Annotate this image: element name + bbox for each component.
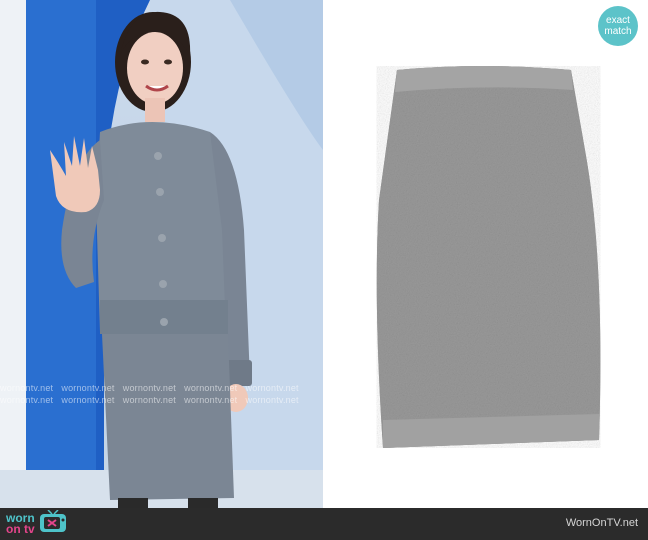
watermark-text: wornontv.net bbox=[61, 395, 115, 405]
badge-line-1: exact bbox=[606, 15, 630, 26]
watermark-text: wornontv.net bbox=[184, 395, 238, 405]
product-photo bbox=[323, 0, 648, 508]
watermark-text: wornontv.net bbox=[245, 383, 299, 393]
exact-match-badge: exact match bbox=[598, 6, 638, 46]
site-logo[interactable]: worn on tv bbox=[6, 508, 68, 539]
watermark-row: wornontv.net wornontv.net wornontv.net w… bbox=[0, 383, 323, 393]
watermark-text: wornontv.net bbox=[122, 395, 177, 405]
watermark-text: wornontv.net bbox=[0, 395, 54, 405]
tv-icon bbox=[38, 508, 68, 539]
watermark-text: wornontv.net bbox=[245, 395, 299, 405]
watermark-text: wornontv.net bbox=[122, 383, 177, 393]
outfit-illustration bbox=[0, 0, 323, 508]
watermark-text: wornontv.net bbox=[184, 383, 238, 393]
site-name[interactable]: WornOnTV.net bbox=[566, 517, 638, 529]
watermark-text: wornontv.net bbox=[61, 383, 115, 393]
skirt-product-image bbox=[376, 66, 601, 448]
outfit-photo: wornontv.net wornontv.net wornontv.net w… bbox=[0, 0, 323, 508]
logo-on-tv: on tv bbox=[6, 522, 35, 536]
logo-text: worn on tv bbox=[6, 512, 35, 536]
badge-line-2: match bbox=[604, 26, 632, 37]
watermark-text: wornontv.net bbox=[0, 383, 54, 393]
footer-bar: worn on tv WornOnTV.net bbox=[0, 508, 648, 540]
watermark-row: wornontv.net wornontv.net wornontv.net w… bbox=[0, 395, 323, 405]
